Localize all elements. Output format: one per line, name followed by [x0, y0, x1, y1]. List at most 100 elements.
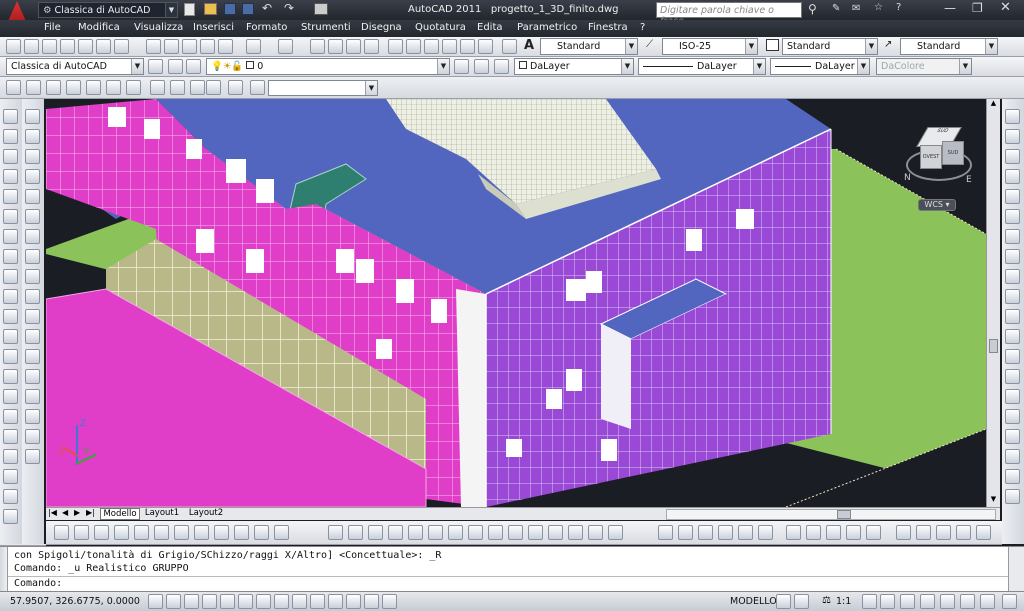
text-style-select[interactable]: Standard ▼ [540, 38, 638, 55]
quick-dim-icon[interactable] [1005, 269, 1020, 284]
plot-icon[interactable] [60, 39, 75, 54]
open-icon[interactable] [204, 3, 217, 15]
workspace-settings-icon[interactable] [148, 59, 163, 74]
quick-view-drawings-icon[interactable] [794, 594, 809, 609]
quick-dim-bottom-icon[interactable] [194, 525, 209, 540]
snap-node-icon[interactable] [548, 525, 563, 540]
shades-of-gray-icon[interactable] [150, 80, 165, 95]
search-input[interactable]: Digitare parola chiave o frase [656, 2, 802, 27]
tab-nav-last-icon[interactable]: ▶| [86, 508, 95, 517]
group-tool-icon[interactable] [25, 449, 40, 464]
markup-icon[interactable] [460, 39, 475, 54]
mirror-tool-icon[interactable] [25, 149, 40, 164]
solid-sphere-icon[interactable] [678, 525, 693, 540]
command-scrollbar[interactable] [1008, 547, 1024, 592]
snap-none-icon[interactable] [588, 525, 603, 540]
menu-edita[interactable]: Edita [477, 22, 503, 33]
grid-display-icon[interactable] [184, 594, 199, 609]
publish-icon[interactable] [96, 39, 111, 54]
publish-3d-icon[interactable] [114, 39, 129, 54]
tab-nav-next-icon[interactable]: ▶ [74, 508, 80, 517]
erase-tool-icon[interactable] [25, 109, 40, 124]
quick-view-layouts-icon[interactable] [776, 594, 791, 609]
vertical-scrollbar[interactable]: ▲ ▼ [986, 99, 1000, 507]
viewcube-right[interactable]: SUD [942, 141, 964, 165]
redo-icon[interactable] [278, 39, 293, 54]
ellipse-arc-tool-icon[interactable] [3, 309, 18, 324]
snap-parallel-icon[interactable] [508, 525, 523, 540]
solid-cone-icon[interactable] [718, 525, 733, 540]
snap-tangent-icon[interactable] [468, 525, 483, 540]
menu-modifica[interactable]: Modifica [78, 22, 120, 33]
menu-formato[interactable]: Formato [246, 22, 287, 33]
snap-endpoint-icon[interactable] [328, 525, 343, 540]
dim-continue-icon[interactable] [1005, 309, 1020, 324]
transparency-icon[interactable] [346, 594, 361, 609]
menu-help[interactable]: ? [640, 22, 645, 33]
3d-wireframe-icon[interactable] [26, 80, 41, 95]
plot-icon[interactable] [314, 3, 328, 15]
realistic-icon[interactable] [66, 80, 81, 95]
zoom-realtime-icon[interactable] [328, 39, 343, 54]
help-icon[interactable]: ? [896, 2, 901, 13]
make-current-layer-icon[interactable] [454, 59, 469, 74]
hatch-tool-icon[interactable] [3, 389, 18, 404]
command-window[interactable]: con Spigoli/tonalità di Grigio/SChizzo/r… [0, 546, 1024, 592]
polar-tracking-icon[interactable] [220, 594, 235, 609]
mtext-tool-icon[interactable] [3, 489, 18, 504]
favorites-icon[interactable]: ☆ [874, 2, 883, 13]
plot-preview-icon[interactable] [78, 39, 93, 54]
object-snap-icon[interactable] [238, 594, 253, 609]
draw-order-icon[interactable] [25, 429, 40, 444]
cut-icon[interactable] [146, 39, 161, 54]
dim-diameter-bottom-icon[interactable] [154, 525, 169, 540]
pan-icon[interactable] [310, 39, 325, 54]
workspace-switcher[interactable]: ⚙ Classica di AutoCAD ▼ [38, 2, 178, 18]
jogged-linear-icon[interactable] [1005, 429, 1020, 444]
dim-ordinate-bottom-icon[interactable] [114, 525, 129, 540]
dim-radius-bottom-icon[interactable] [134, 525, 149, 540]
zoom-previous-icon[interactable] [364, 39, 379, 54]
snap-perpendicular-icon[interactable] [488, 525, 503, 540]
dim-break-icon[interactable] [1005, 349, 1020, 364]
ucs-world-icon[interactable] [896, 525, 911, 540]
region-tool-icon[interactable] [3, 429, 18, 444]
scroll-up-arrow[interactable]: ▲ [987, 99, 1000, 111]
drawing-viewport[interactable]: Z X Y SUD OVEST SUD N E WCS ▾ [46, 99, 986, 507]
extrude-icon[interactable] [786, 525, 801, 540]
inspection-icon[interactable] [1005, 409, 1020, 424]
3d-hidden-icon[interactable] [46, 80, 61, 95]
annotation-visibility-icon[interactable] [862, 594, 877, 609]
ortho-mode-icon[interactable] [202, 594, 217, 609]
toolbar-lock-icon[interactable] [920, 594, 935, 609]
dim-arc-icon[interactable] [1005, 149, 1020, 164]
snap-mode-icon[interactable] [166, 594, 181, 609]
arc-tool-icon[interactable] [3, 209, 18, 224]
3d-object-snap-icon[interactable] [256, 594, 271, 609]
paste-icon[interactable] [182, 39, 197, 54]
dim-ordinate-icon[interactable] [1005, 169, 1020, 184]
polygon-tool-icon[interactable] [3, 169, 18, 184]
snap-nearest-icon[interactable] [568, 525, 583, 540]
ucs-icon[interactable] [250, 80, 265, 95]
scroll-thumb[interactable] [989, 339, 998, 353]
wipeout-tool-icon[interactable] [3, 469, 18, 484]
snap-insert-icon[interactable] [528, 525, 543, 540]
subtract-icon[interactable] [846, 525, 861, 540]
tab-nav-first-icon[interactable]: |◀ [48, 508, 57, 517]
lineweight-toggle-icon[interactable] [328, 594, 343, 609]
infer-constraints-icon[interactable] [148, 594, 163, 609]
snap-intersection-icon[interactable] [368, 525, 383, 540]
linetype-select[interactable]: DaLayer ▼ [638, 58, 766, 75]
redo-icon[interactable]: ↷ [284, 1, 294, 15]
dim-continue-bottom-icon[interactable] [234, 525, 249, 540]
point-tool-icon[interactable] [3, 369, 18, 384]
minimize-icon[interactable]: — [944, 1, 956, 15]
model-space-label[interactable]: MODELLO [730, 596, 777, 607]
viewcube[interactable]: SUD OVEST SUD N E WCS ▾ [904, 123, 978, 215]
snap-midpoint-icon[interactable] [348, 525, 363, 540]
join-tool-icon[interactable] [25, 349, 40, 364]
command-handle[interactable] [0, 547, 8, 592]
open-drawing-icon[interactable] [24, 39, 39, 54]
revolve-icon[interactable] [806, 525, 821, 540]
